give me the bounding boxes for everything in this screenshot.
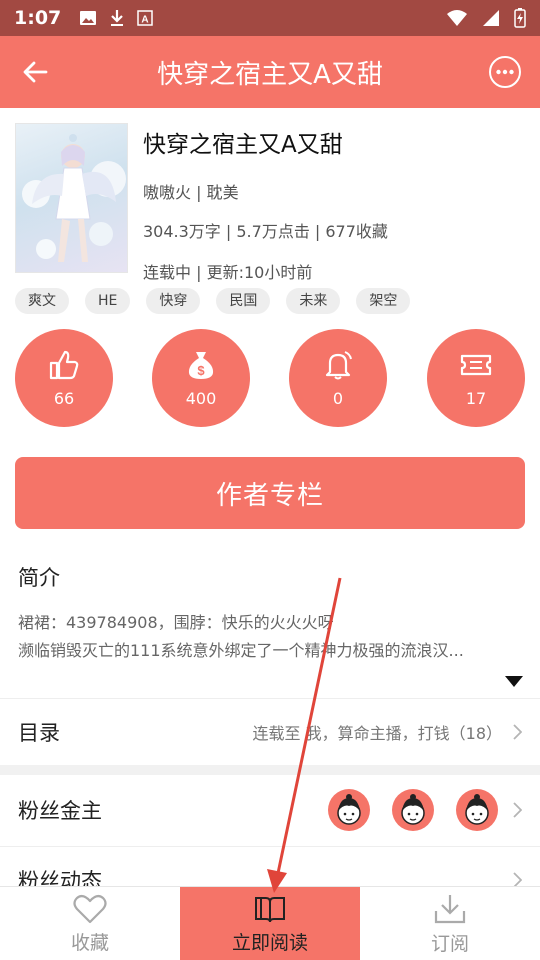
more-options-icon (489, 56, 521, 88)
ticket-count: 17 (465, 388, 487, 408)
action-buttons: 66 $ 400 0 17 (15, 329, 525, 427)
intro-line: 濒临销毁灭亡的111系统意外绑定了一个精神力极强的流浪汉... (18, 641, 464, 660)
tag-chip[interactable]: 架空 (356, 288, 411, 314)
book-stats: 304.3万字 | 5.7万点击 | 677收藏 (143, 222, 388, 241)
status-bar: 1:07 A (0, 0, 540, 36)
chevron-right-icon (513, 802, 522, 818)
image-icon (80, 11, 97, 25)
reward-button[interactable]: $ 400 (152, 329, 250, 427)
back-button[interactable] (0, 36, 70, 108)
like-button[interactable]: 66 (15, 329, 113, 427)
subscribe-label: 订阅 (430, 932, 469, 955)
back-arrow-icon (23, 61, 48, 83)
tag-chip[interactable]: 爽文 (15, 288, 69, 314)
book-info-section: 快穿之宿主又A又甜 嗷嗷火 | 耽美 304.3万字 | 5.7万点击 | 67… (15, 123, 525, 282)
favorite-button[interactable]: 收藏 (0, 887, 180, 960)
like-count: 66 (53, 388, 75, 408)
author-column-button[interactable]: 作者专栏 (15, 457, 525, 529)
tag-chip[interactable]: 快穿 (146, 288, 201, 314)
remind-count: 0 (332, 388, 344, 408)
read-now-label: 立即阅读 (231, 931, 308, 954)
app-bar: 快穿之宿主又A又甜 (0, 36, 540, 108)
fans-row[interactable]: 粉丝金主 (0, 775, 540, 845)
page-title: 快穿之宿主又A又甜 (157, 59, 383, 90)
intro-text[interactable]: 裙裙：439784908，围脖：快乐的火火火呀 濒临销毁灭亡的111系统意外绑定… (18, 609, 523, 665)
cover-illustration (22, 134, 126, 262)
tag-list: 爽文 HE 快穿 民国 未来 架空 (15, 288, 426, 314)
heart-icon (73, 894, 107, 923)
subscribe-button[interactable]: 订阅 (360, 887, 540, 960)
fan-avatar[interactable] (328, 789, 370, 831)
intro-line: 裙裙：439784908，围脖：快乐的火火火呀 (18, 613, 334, 632)
text-a-icon: A (137, 10, 154, 26)
book-author-genre[interactable]: 嗷嗷火 | 耽美 (143, 179, 388, 203)
fan-avatar[interactable] (456, 789, 498, 831)
section-gap (0, 765, 540, 775)
ticket-button[interactable]: 17 (427, 329, 525, 427)
status-time: 1:07 (14, 7, 62, 29)
money-bag-icon: $ (188, 351, 214, 379)
intro-heading: 简介 (18, 566, 60, 590)
ticket-icon (460, 354, 492, 375)
more-options-button[interactable] (470, 36, 540, 108)
triangle-down-icon (505, 676, 523, 687)
book-update-status: 连载中 | 更新:10小时前 (143, 263, 313, 282)
thumbs-up-icon (49, 350, 79, 379)
remind-button[interactable]: 0 (289, 329, 387, 427)
bottom-action-bar: 收藏 立即阅读 订阅 (0, 886, 540, 960)
bell-icon (325, 350, 352, 379)
fan-avatar-list (328, 789, 498, 831)
tag-chip[interactable]: 未来 (286, 288, 341, 314)
signal-icon (483, 10, 499, 26)
catalog-latest-chapter: 连载至 我，算命主播，打钱（18） (252, 724, 502, 743)
book-cover[interactable] (15, 123, 128, 273)
tag-chip[interactable]: HE (85, 288, 131, 314)
fans-label: 粉丝金主 (18, 799, 102, 823)
read-now-button[interactable]: 立即阅读 (180, 887, 360, 960)
battery-charging-icon (514, 8, 526, 28)
wifi-icon (447, 10, 467, 26)
fan-avatar[interactable] (392, 789, 434, 831)
svg-text:A: A (142, 15, 149, 26)
expand-intro-button[interactable] (505, 672, 523, 691)
favorite-label: 收藏 (70, 931, 109, 954)
book-meta: 快穿之宿主又A又甜 嗷嗷火 | 耽美 304.3万字 | 5.7万点击 | 67… (143, 123, 388, 283)
svg-text:$: $ (197, 363, 205, 378)
tag-chip[interactable]: 民国 (216, 288, 271, 314)
open-book-icon (255, 896, 285, 922)
download-icon (111, 10, 124, 26)
catalog-label: 目录 (18, 721, 60, 745)
download-icon (434, 894, 466, 923)
book-title: 快穿之宿主又A又甜 (143, 132, 343, 158)
reward-count: 400 (185, 388, 217, 408)
catalog-row[interactable]: 目录 连载至 我，算命主播，打钱（18） (0, 699, 540, 765)
chevron-right-icon (513, 724, 522, 740)
